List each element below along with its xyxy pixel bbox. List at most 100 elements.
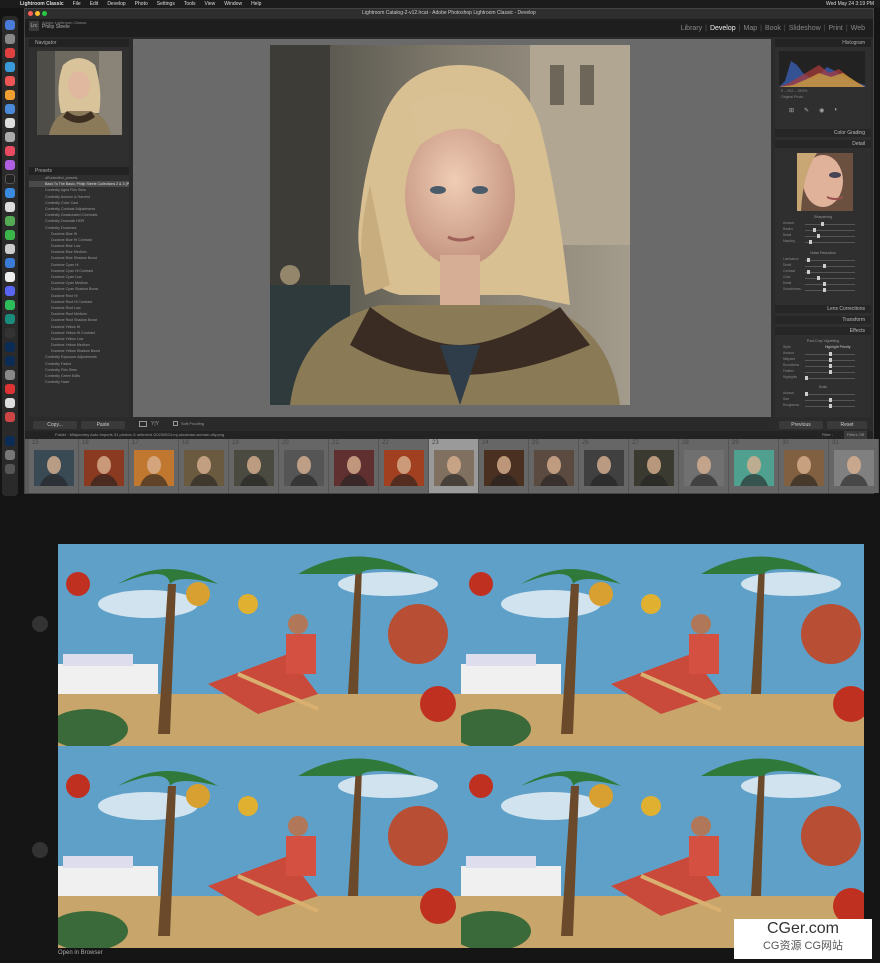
before-after-icon[interactable]: Y|Y	[151, 421, 159, 427]
safari-icon[interactable]	[5, 62, 15, 72]
filmstrip-cell[interactable]: 23	[429, 439, 479, 493]
grain-roughness-slider[interactable]: Roughness	[783, 403, 863, 409]
filmstrip-thumbnail[interactable]	[434, 450, 474, 486]
photoshop-icon[interactable]	[5, 356, 15, 366]
transform-header[interactable]: Transform	[775, 316, 871, 324]
app-icon[interactable]	[5, 328, 15, 338]
module-web[interactable]: Web	[851, 25, 865, 32]
filmstrip-cell[interactable]: 15	[29, 439, 79, 493]
filmstrip-cell[interactable]: 29	[729, 439, 779, 493]
filmstrip-cell[interactable]: 30	[779, 439, 829, 493]
zoom-icon[interactable]	[42, 11, 47, 16]
discord-icon[interactable]	[5, 286, 15, 296]
filmstrip-cell[interactable]: 19	[229, 439, 279, 493]
filmstrip-cell[interactable]: 21	[329, 439, 379, 493]
main-photo[interactable]	[270, 45, 630, 405]
crop-icon[interactable]: ⊞	[789, 107, 794, 115]
filmstrip-thumbnail[interactable]	[284, 450, 324, 486]
filmstrip-cell[interactable]: 31	[829, 439, 879, 493]
avatar[interactable]	[32, 842, 48, 858]
redeye-icon[interactable]: ◉	[819, 107, 824, 115]
app-icon[interactable]	[5, 370, 15, 380]
folder-icon[interactable]	[5, 450, 15, 460]
heal-icon[interactable]: ✎	[804, 107, 809, 115]
module-book[interactable]: Book	[765, 25, 781, 32]
filmstrip-thumbnail[interactable]	[34, 450, 74, 486]
filmstrip-thumbnail[interactable]	[184, 450, 224, 486]
mask-icon[interactable]: ◐	[834, 107, 838, 115]
launchpad-icon[interactable]	[5, 34, 15, 44]
navigator-preview[interactable]	[37, 51, 122, 135]
filmstrip-cell[interactable]: 16	[79, 439, 129, 493]
app-icon[interactable]	[5, 244, 15, 254]
filmstrip-thumbnail[interactable]	[334, 450, 374, 486]
module-map[interactable]: Map	[743, 25, 757, 32]
navigator-header[interactable]: Navigator	[29, 39, 129, 47]
module-slideshow[interactable]: Slideshow	[789, 25, 821, 32]
messages-icon[interactable]	[5, 230, 15, 240]
filmstrip-thumbnail[interactable]	[734, 450, 774, 486]
menu-window[interactable]: Window	[224, 1, 242, 7]
nr-smoothness-slider[interactable]: Smoothness	[783, 287, 863, 293]
app-icon[interactable]	[5, 132, 15, 142]
filmstrip-thumbnail[interactable]	[584, 450, 624, 486]
preset-item[interactable]: Contextly Haze	[29, 379, 129, 385]
open-in-browser-link[interactable]: Open in Browser	[58, 950, 103, 956]
style-select[interactable]: Highlight Priority	[825, 345, 850, 349]
filmstrip-thumbnail[interactable]	[384, 450, 424, 486]
app-menu[interactable]: Lightroom Classic	[20, 1, 64, 7]
app-icon[interactable]	[5, 314, 15, 324]
filmstrip-thumbnail[interactable]	[834, 450, 874, 486]
menu-file[interactable]: File	[73, 1, 81, 7]
lightroom-icon[interactable]	[5, 342, 15, 352]
menu-develop[interactable]: Develop	[107, 1, 125, 7]
vignette-highlights-slider[interactable]: Highlights	[783, 375, 863, 381]
app-icon[interactable]	[5, 76, 15, 86]
filmstrip-cell[interactable]: 17	[129, 439, 179, 493]
close-icon[interactable]	[28, 11, 33, 16]
filmstrip-cell[interactable]: 25	[529, 439, 579, 493]
module-print[interactable]: Print	[828, 25, 842, 32]
paste-button[interactable]: Paste	[81, 421, 125, 429]
avatar[interactable]	[32, 616, 48, 632]
filmstrip-thumbnail[interactable]	[634, 450, 674, 486]
app-icon[interactable]	[5, 104, 15, 114]
filmstrip-thumbnail[interactable]	[484, 450, 524, 486]
tv-icon[interactable]	[5, 174, 15, 184]
filmstrip-cell[interactable]: 28	[679, 439, 729, 493]
menu-view[interactable]: View	[205, 1, 216, 7]
mail-icon[interactable]	[5, 258, 15, 268]
minimize-icon[interactable]	[35, 11, 40, 16]
podcasts-icon[interactable]	[5, 160, 15, 170]
copy-button[interactable]: Copy...	[33, 421, 77, 429]
grid-image[interactable]	[58, 746, 461, 948]
app-icon[interactable]	[5, 300, 15, 310]
filmstrip-thumbnail[interactable]	[234, 450, 274, 486]
previous-button[interactable]: Previous	[779, 421, 823, 429]
detail-preview[interactable]	[797, 153, 853, 211]
app-icon[interactable]	[5, 48, 15, 58]
filmstrip-cell[interactable]: 27	[629, 439, 679, 493]
app-icon[interactable]	[5, 272, 15, 282]
app-icon[interactable]	[5, 384, 15, 394]
histogram-header[interactable]: Histogram	[775, 39, 871, 47]
filmstrip-thumbnail[interactable]	[84, 450, 124, 486]
filmstrip-cell[interactable]: 18	[179, 439, 229, 493]
color-grading-header[interactable]: Color Grading	[775, 129, 871, 137]
firefox-icon[interactable]	[5, 90, 15, 100]
reset-button[interactable]: Reset	[827, 421, 867, 429]
notes-icon[interactable]	[5, 202, 15, 212]
presets-header[interactable]: Presets	[29, 167, 129, 175]
app-store-icon[interactable]	[5, 188, 15, 198]
app-icon[interactable]	[5, 216, 15, 226]
effects-header[interactable]: Effects	[775, 327, 871, 335]
calendar-icon[interactable]	[5, 118, 15, 128]
app-icon[interactable]	[5, 398, 15, 408]
filmstrip-cell[interactable]: 26	[579, 439, 629, 493]
sharpen-masking-slider[interactable]: Masking	[783, 239, 863, 245]
menu-settings[interactable]: Settings	[157, 1, 175, 7]
filmstrip-thumbnail[interactable]	[784, 450, 824, 486]
module-develop[interactable]: Develop	[710, 25, 736, 32]
grid-image[interactable]	[58, 544, 461, 746]
grid-image[interactable]	[461, 544, 864, 746]
